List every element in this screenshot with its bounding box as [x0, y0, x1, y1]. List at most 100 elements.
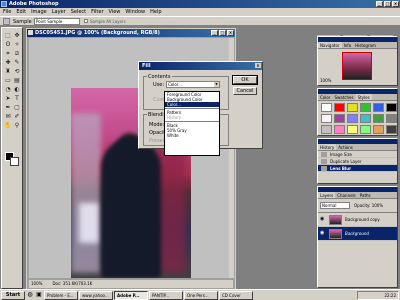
- style-swatch[interactable]: [373, 114, 384, 123]
- history-item[interactable]: Image Size: [318, 151, 397, 158]
- navigator-zoom[interactable]: 100%: [320, 78, 331, 83]
- style-swatch[interactable]: [360, 103, 371, 112]
- zoom-level[interactable]: 100%: [31, 280, 42, 288]
- style-swatch[interactable]: [386, 125, 397, 134]
- layer-opacity[interactable]: Opacity: 100%: [354, 203, 383, 208]
- layer-row[interactable]: ◉ Background copy: [318, 213, 397, 227]
- dialog-close-button[interactable]: ×: [255, 63, 261, 68]
- layer-row-active[interactable]: ◉ Background: [318, 227, 397, 241]
- brush-tool-icon[interactable]: ✎: [13, 59, 21, 67]
- taskbar-item-active[interactable]: Adobe P...: [114, 290, 148, 300]
- zoom-tool-icon[interactable]: ⚲: [13, 122, 21, 130]
- taskbar-item[interactable]: CD Cover: [219, 290, 253, 300]
- doc-maximize-button[interactable]: □: [219, 30, 226, 36]
- maximize-button[interactable]: □: [384, 1, 391, 7]
- navigator-thumbnail[interactable]: [342, 52, 372, 80]
- quick-launch-browser-icon[interactable]: ◍: [26, 291, 34, 299]
- style-swatch[interactable]: [360, 114, 371, 123]
- menu-view[interactable]: View: [109, 8, 121, 16]
- tab-swatches[interactable]: Swatches: [332, 94, 355, 100]
- blend-mode-select[interactable]: Normal: [320, 202, 350, 209]
- history-item-active[interactable]: Lens Blur: [318, 165, 397, 172]
- doc-close-button[interactable]: ×: [227, 30, 234, 36]
- shape-tool-icon[interactable]: ▢: [13, 104, 21, 112]
- tab-color[interactable]: Color: [318, 94, 332, 100]
- style-swatch[interactable]: [321, 125, 332, 134]
- tab-actions[interactable]: Actions: [336, 144, 355, 150]
- style-swatch[interactable]: [321, 103, 332, 112]
- taskbar-item[interactable]: www.yahoo...: [79, 290, 113, 300]
- tab-paths[interactable]: Paths: [358, 192, 373, 198]
- clone-stamp-tool-icon[interactable]: ♜: [4, 68, 12, 76]
- menu-image[interactable]: Image: [31, 8, 47, 16]
- sample-size-select[interactable]: Point Sample: [34, 18, 80, 25]
- history-step-icon: [321, 159, 327, 164]
- tab-history[interactable]: History: [318, 144, 337, 150]
- photo-person-body: [101, 138, 161, 278]
- menu-filter[interactable]: Filter: [91, 8, 103, 16]
- quick-launch-desktop-icon[interactable]: ▣: [35, 291, 43, 299]
- eyedropper-tool-icon[interactable]: [3, 18, 10, 25]
- type-tool-icon[interactable]: T: [13, 95, 21, 103]
- swatches-tabs: Color Swatches Styles: [318, 94, 397, 101]
- taskbar-item[interactable]: Problem - E...: [44, 290, 78, 300]
- style-swatch[interactable]: [360, 125, 371, 134]
- crop-tool-icon[interactable]: ⌗: [4, 50, 12, 58]
- style-swatch[interactable]: [334, 103, 345, 112]
- menu-edit[interactable]: Edit: [16, 8, 26, 16]
- tab-styles[interactable]: Styles: [355, 94, 372, 100]
- lasso-tool-icon[interactable]: ʘ: [4, 41, 12, 49]
- gradient-tool-icon[interactable]: ▤: [13, 77, 21, 85]
- style-swatch[interactable]: [373, 103, 384, 112]
- move-tool-icon[interactable]: ✥: [13, 32, 21, 40]
- style-swatch[interactable]: [373, 125, 384, 134]
- history-item[interactable]: Duplicate Layer: [318, 158, 397, 165]
- eraser-tool-icon[interactable]: ▭: [4, 77, 12, 85]
- eye-icon[interactable]: ◉: [320, 231, 324, 236]
- style-swatch[interactable]: [321, 114, 332, 123]
- style-swatch[interactable]: [334, 114, 345, 123]
- menu-select[interactable]: Select: [71, 8, 86, 16]
- taskbar-item[interactable]: One Pers...: [184, 290, 218, 300]
- style-swatch[interactable]: [386, 103, 397, 112]
- sample-all-layers-checkbox[interactable]: [84, 19, 88, 23]
- pen-tool-icon[interactable]: ✒: [4, 104, 12, 112]
- dodge-tool-icon[interactable]: ◐: [13, 86, 21, 94]
- menu-window[interactable]: Window: [125, 8, 145, 16]
- taskbar-item[interactable]: PANTIP...: [149, 290, 183, 300]
- style-swatch[interactable]: [347, 125, 358, 134]
- menu-file[interactable]: File: [3, 8, 11, 16]
- minimize-button[interactable]: _: [376, 1, 383, 7]
- history-brush-tool-icon[interactable]: ⟲: [13, 68, 21, 76]
- close-button[interactable]: ×: [392, 1, 399, 7]
- use-select[interactable]: Color... ▼: [166, 81, 220, 88]
- start-button[interactable]: Start: [1, 290, 25, 300]
- eye-icon[interactable]: ◉: [320, 217, 324, 222]
- menu-help[interactable]: Help: [150, 8, 161, 16]
- blur-tool-icon[interactable]: ◔: [4, 86, 12, 94]
- dropdown-item-white[interactable]: White: [165, 133, 219, 138]
- magic-wand-tool-icon[interactable]: ✧: [13, 41, 21, 49]
- tab-histogram[interactable]: Histogram: [353, 42, 378, 48]
- style-swatch[interactable]: [386, 114, 397, 123]
- hand-tool-icon[interactable]: ✋: [4, 122, 12, 130]
- slice-tool-icon[interactable]: ⧄: [13, 50, 21, 58]
- notes-tool-icon[interactable]: ✉: [4, 113, 12, 121]
- ok-button[interactable]: OK: [232, 75, 258, 85]
- tab-navigator[interactable]: Navigator: [318, 42, 342, 48]
- tab-info[interactable]: Info: [342, 42, 354, 48]
- chevron-down-icon[interactable]: ▼: [214, 82, 219, 87]
- healing-brush-tool-icon[interactable]: ✚: [4, 59, 12, 67]
- doc-minimize-button[interactable]: _: [211, 30, 218, 36]
- style-swatch[interactable]: [334, 125, 345, 134]
- background-color-swatch[interactable]: [10, 157, 19, 166]
- marquee-tool-icon[interactable]: ⬚: [4, 32, 12, 40]
- tab-channels[interactable]: Channels: [335, 192, 358, 198]
- path-selection-tool-icon[interactable]: ➤: [4, 95, 12, 103]
- tab-layers[interactable]: Layers: [318, 192, 336, 198]
- cancel-button[interactable]: Cancel: [233, 87, 257, 95]
- style-swatch[interactable]: [347, 114, 358, 123]
- menu-layer[interactable]: Layer: [52, 8, 66, 16]
- eyedropper-tool-icon[interactable]: ✐: [13, 113, 21, 121]
- style-swatch[interactable]: [347, 103, 358, 112]
